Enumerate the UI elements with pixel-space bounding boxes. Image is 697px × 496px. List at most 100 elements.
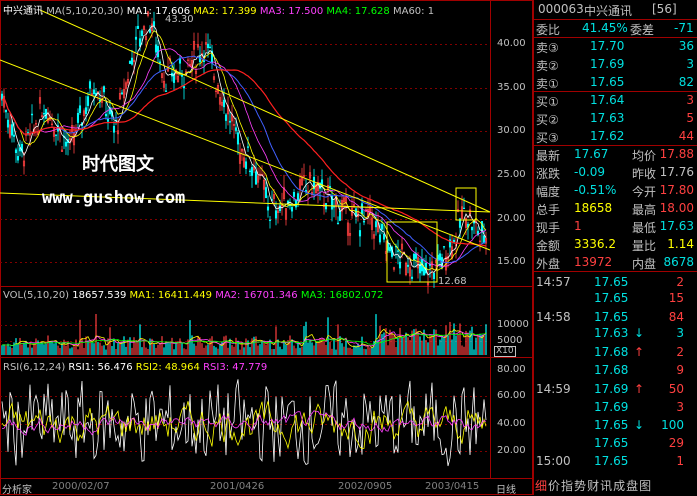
candle-body (26, 132, 30, 134)
vol-value: 18657.539 (72, 290, 127, 301)
trend-lines (0, 9, 491, 283)
bids-volume: 3 (686, 93, 694, 107)
candle-body (432, 273, 436, 279)
arrow-down-icon: ↓ (634, 418, 645, 432)
tick-row: 17.65 29 (534, 435, 697, 451)
candle-body (438, 253, 442, 261)
tab-5[interactable]: 讯 (600, 479, 612, 493)
candle-body (452, 239, 456, 243)
stat-row-5: 金额 3336.2 量比 1.14 (536, 237, 694, 253)
main-header: 中兴通讯 MA(5,10,20,30) MA1: 17.606 MA2: 17.… (3, 2, 434, 17)
high-marker: 43.30 (165, 14, 194, 25)
tick-volume: 1 (676, 454, 684, 468)
weibi-value: 41.45% (582, 21, 628, 35)
candle-body (224, 114, 228, 121)
bids-row-0: 买① 17.64 3 (534, 91, 697, 109)
stat-value: -0.51% (574, 183, 617, 197)
asks-label: 卖② (536, 59, 559, 73)
asks-label: 卖③ (536, 41, 559, 55)
stat-value: 1 (574, 219, 582, 233)
price-tick-5: 15.00 (497, 256, 526, 267)
tab-0[interactable]: 细 (535, 479, 547, 493)
candle-body (54, 134, 58, 136)
tick-price: 17.65 (594, 454, 629, 468)
tick-volume: 50 (668, 382, 684, 396)
tab-8[interactable]: 图 (639, 479, 651, 493)
candle-body (374, 221, 378, 228)
stat-value: -0.09 (574, 165, 606, 179)
tick-price: 17.65 (594, 436, 629, 450)
candle-body (102, 86, 106, 93)
tab-7[interactable]: 盘 (626, 479, 638, 493)
candle-body (388, 247, 392, 252)
stat-row-2: 幅度 -0.51% 今开 17.80 (536, 183, 694, 199)
candle-body (278, 205, 282, 212)
bids-label: 买① (536, 95, 559, 109)
candle-body (246, 146, 250, 148)
price-tick-0: 40.00 (497, 38, 526, 49)
candle-body (338, 210, 342, 221)
vol-tick-1: 5000 (497, 335, 523, 346)
arrow-down-icon: ↓ (634, 326, 645, 340)
tab-6[interactable]: 成 (613, 479, 625, 493)
candle-body (266, 206, 270, 211)
chart-area[interactable]: 中兴通讯 MA(5,10,20,30) MA1: 17.606 MA2: 17.… (0, 0, 533, 496)
ma-label: MA(5,10,20,30) (46, 6, 124, 17)
tick-price: 17.63 (594, 326, 629, 340)
tab-3[interactable]: 势 (574, 479, 586, 493)
vol-ma3: MA3: 16802.072 (300, 290, 384, 301)
date-label-1: 2001/0426 (210, 481, 265, 492)
bids-volume: 5 (686, 111, 694, 125)
rsi-lines (1, 379, 487, 467)
tick-row: 14:59 17.69 ↑ 50 (534, 381, 697, 397)
bids-volume: 44 (678, 129, 694, 143)
date-label-3: 2003/0415 (425, 481, 480, 492)
candle-body (208, 46, 212, 49)
asks-price: 17.70 (590, 39, 625, 53)
candle-body (134, 36, 138, 40)
bids-label: 买② (536, 113, 559, 127)
tick-volume: 3 (676, 326, 684, 340)
candle-body (128, 61, 132, 64)
asks-row-0: 卖③ 17.70 36 (534, 37, 697, 55)
stat-row-6: 外盘 13972 内盘 8678 (536, 255, 694, 271)
rsi-tick-1: 60.00 (497, 390, 526, 401)
stock-count: [56] (652, 2, 677, 16)
tab-2[interactable]: 指 (561, 479, 573, 493)
candle-body (362, 221, 366, 223)
candle-body (324, 203, 328, 210)
tick-time: 15:00 (536, 454, 571, 468)
candle-body (398, 261, 402, 269)
panel-tabs: 细价指势财讯成盘图 (535, 477, 697, 495)
period-daily[interactable]: 日线 (496, 481, 516, 496)
candle-body (158, 61, 162, 64)
candle-body (140, 30, 144, 36)
vol-ma2: MA2: 16701.346 (215, 290, 298, 301)
candle-body (264, 187, 268, 199)
stat-row-0: 最新 17.67 均价 17.88 (536, 147, 694, 163)
candle-body (6, 119, 10, 128)
arrow-up-icon: ↑ (634, 382, 645, 396)
tick-row: 17.68 ↑ 2 (534, 344, 697, 360)
tab-1[interactable]: 价 (548, 479, 560, 493)
candle-body (92, 89, 96, 95)
candle-body (254, 171, 258, 185)
stock-title: 中兴通讯 (3, 6, 43, 17)
tick-price: 17.69 (594, 382, 629, 396)
candle-body (268, 219, 272, 221)
candle-body (244, 161, 248, 169)
weicha-value: -71 (674, 21, 694, 35)
kline-chart[interactable] (0, 0, 533, 495)
candle-body (222, 99, 226, 108)
stat-value: 18.00 (659, 201, 694, 215)
asks-row-1: 卖② 17.69 3 (534, 55, 697, 73)
tab-4[interactable]: 财 (587, 479, 599, 493)
tick-price: 17.65 (594, 291, 629, 305)
date-label-2: 2002/0905 (338, 481, 393, 492)
arrow-up-icon: ↑ (634, 345, 645, 359)
candle-body (130, 57, 134, 65)
bids-price: 17.62 (590, 129, 625, 143)
rsi-tick-0: 80.00 (497, 364, 526, 375)
candle-body (296, 193, 300, 202)
candle-body (86, 96, 90, 106)
